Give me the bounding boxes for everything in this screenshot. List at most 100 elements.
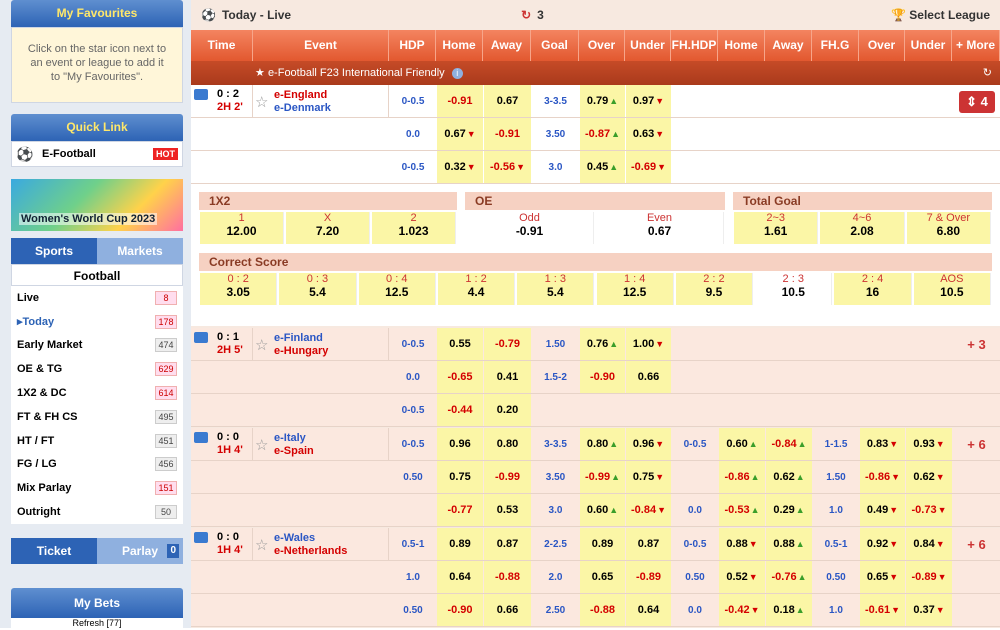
- fh-home-odds[interactable]: -0.42 ▼: [719, 594, 765, 626]
- fh-under-odds[interactable]: 0.37 ▼: [906, 594, 952, 626]
- cs-option[interactable]: 0 : 2 3.05: [200, 273, 278, 305]
- fh-over-odds[interactable]: 0.49 ▼: [860, 494, 905, 526]
- fh-home-odds[interactable]: -0.86 ▲: [719, 461, 765, 493]
- fh-over-odds[interactable]: -0.86 ▼: [860, 461, 905, 493]
- fh-over-odds[interactable]: 0.65 ▼: [860, 561, 905, 593]
- fh-home-odds[interactable]: -0.53 ▲: [719, 494, 765, 526]
- home-odds[interactable]: -0.91: [437, 85, 483, 117]
- fh-over-odds[interactable]: -0.61 ▼: [860, 594, 905, 626]
- under-odds[interactable]: 1.00 ▼: [626, 328, 671, 360]
- home-odds[interactable]: -0.44: [437, 394, 483, 426]
- home-odds[interactable]: 0.89: [437, 528, 483, 560]
- away-odds[interactable]: -0.56 ▼: [484, 151, 531, 183]
- fh-under-odds[interactable]: -0.73 ▼: [906, 494, 952, 526]
- fh-away-odds[interactable]: 0.62 ▲: [766, 461, 812, 493]
- more-markets-button[interactable]: + 6: [953, 428, 1000, 461]
- fh-away-odds[interactable]: -0.76 ▲: [766, 561, 812, 593]
- fh-away-odds[interactable]: 0.29 ▲: [766, 494, 812, 526]
- away-odds[interactable]: -0.79: [484, 328, 531, 360]
- tab-sports[interactable]: Sports: [11, 238, 97, 264]
- under-odds[interactable]: -0.84 ▼: [626, 494, 671, 526]
- tab-markets[interactable]: Markets: [97, 238, 183, 264]
- fh-under-odds[interactable]: -0.89 ▼: [906, 561, 952, 593]
- under-odds[interactable]: 0.96 ▼: [626, 428, 671, 460]
- under-odds[interactable]: -0.69 ▼: [626, 151, 671, 183]
- cs-option[interactable]: 2 : 4 16: [834, 273, 912, 305]
- cs-option[interactable]: 1 : 4 12.5: [596, 273, 674, 305]
- under-odds[interactable]: -0.89: [626, 561, 671, 593]
- market-item[interactable]: FG / LG 456: [11, 452, 183, 477]
- home-odds[interactable]: -0.65: [437, 361, 483, 393]
- fh-over-odds[interactable]: 0.92 ▼: [860, 528, 905, 560]
- fh-under-odds[interactable]: 0.84 ▼: [906, 528, 952, 560]
- refresh-button[interactable]: ↻ 3: [521, 8, 544, 22]
- cs-option[interactable]: 1 : 2 4.4: [437, 273, 516, 305]
- away-odds[interactable]: -0.91: [484, 118, 531, 150]
- league-header[interactable]: ★ e-Football F23 International Friendly …: [191, 61, 1000, 85]
- over-odds[interactable]: 0.79 ▲: [580, 85, 625, 117]
- more-markets-button[interactable]: ⇕ 4: [959, 91, 995, 113]
- over-odds[interactable]: 0.65: [580, 561, 625, 593]
- x12-option[interactable]: X 7.20: [286, 212, 370, 244]
- away-odds[interactable]: 0.87: [484, 528, 531, 560]
- home-odds[interactable]: -0.77: [437, 494, 483, 526]
- away-odds[interactable]: 0.53: [484, 494, 531, 526]
- refresh-link[interactable]: Refresh [77]: [11, 618, 183, 630]
- cs-option[interactable]: AOS 10.5: [913, 273, 991, 305]
- home-odds[interactable]: 0.32 ▼: [437, 151, 483, 183]
- tab-ticket[interactable]: Ticket: [11, 538, 97, 564]
- home-odds[interactable]: 0.55: [437, 328, 483, 360]
- over-odds[interactable]: -0.90: [580, 361, 625, 393]
- fh-under-odds[interactable]: 0.62 ▼: [906, 461, 952, 493]
- home-odds[interactable]: -0.90: [437, 594, 483, 626]
- market-item[interactable]: ▸ Today 178: [11, 309, 183, 334]
- fh-home-odds[interactable]: 0.52 ▼: [719, 561, 765, 593]
- away-odds[interactable]: -0.99: [484, 461, 531, 493]
- fh-away-odds[interactable]: 0.18 ▲: [766, 594, 812, 626]
- home-odds[interactable]: 0.96: [437, 428, 483, 460]
- fh-under-odds[interactable]: 0.93 ▼: [906, 428, 952, 460]
- oe-option[interactable]: Odd -0.91: [466, 212, 594, 244]
- away-odds[interactable]: 0.66: [484, 594, 531, 626]
- womens-world-cup-banner[interactable]: Women's World Cup 2023: [11, 179, 183, 231]
- home-odds[interactable]: 0.75: [437, 461, 483, 493]
- over-odds[interactable]: 0.76 ▲: [580, 328, 625, 360]
- collapse-icon[interactable]: ↻: [983, 61, 992, 85]
- over-odds[interactable]: -0.88: [580, 594, 625, 626]
- cs-option[interactable]: 1 : 3 5.4: [517, 273, 595, 305]
- cs-option[interactable]: 0 : 3 5.4: [279, 273, 357, 305]
- under-odds[interactable]: 0.75 ▼: [626, 461, 671, 493]
- tg-option[interactable]: 2~3 1.61: [734, 212, 819, 244]
- tg-option[interactable]: 7 & Over 6.80: [906, 212, 991, 244]
- market-item[interactable]: FT & FH CS 495: [11, 404, 183, 429]
- more-markets-button[interactable]: + 6: [953, 528, 1000, 561]
- over-odds[interactable]: 0.45 ▲: [580, 151, 625, 183]
- x12-option[interactable]: 2 1.023: [372, 212, 456, 244]
- fh-away-odds[interactable]: -0.84 ▲: [766, 428, 812, 460]
- over-odds[interactable]: 0.89: [580, 528, 625, 560]
- cs-option[interactable]: 0 : 4 12.5: [358, 273, 436, 305]
- over-odds[interactable]: -0.99 ▲: [580, 461, 625, 493]
- away-odds[interactable]: 0.41: [484, 361, 531, 393]
- over-odds[interactable]: 0.80 ▲: [580, 428, 625, 460]
- fh-away-odds[interactable]: 0.88 ▲: [766, 528, 812, 560]
- market-item[interactable]: OE & TG 629: [11, 357, 183, 382]
- select-league-button[interactable]: 🏆 Select League: [891, 8, 990, 22]
- col-header-14[interactable]: + More: [952, 30, 1000, 61]
- cs-option[interactable]: 2 : 2 9.5: [675, 273, 754, 305]
- fh-home-odds[interactable]: 0.60 ▲: [719, 428, 765, 460]
- oe-option[interactable]: Even 0.67: [596, 212, 724, 244]
- tab-parlay[interactable]: Parlay 0: [97, 538, 183, 564]
- under-odds[interactable]: 0.63 ▼: [626, 118, 671, 150]
- cs-option[interactable]: 2 : 3 10.5: [755, 273, 833, 305]
- market-item[interactable]: Outright 50: [11, 500, 183, 524]
- under-odds[interactable]: 0.97 ▼: [626, 85, 671, 117]
- more-markets-button[interactable]: + 3: [953, 328, 1000, 361]
- over-odds[interactable]: 0.60 ▲: [580, 494, 625, 526]
- under-odds[interactable]: 0.66: [626, 361, 671, 393]
- tg-option[interactable]: 4~6 2.08: [820, 212, 905, 244]
- market-item[interactable]: HT / FT 451: [11, 428, 183, 453]
- fh-over-odds[interactable]: 0.83 ▼: [860, 428, 905, 460]
- away-odds[interactable]: 0.67: [484, 85, 531, 117]
- away-odds[interactable]: -0.88: [484, 561, 531, 593]
